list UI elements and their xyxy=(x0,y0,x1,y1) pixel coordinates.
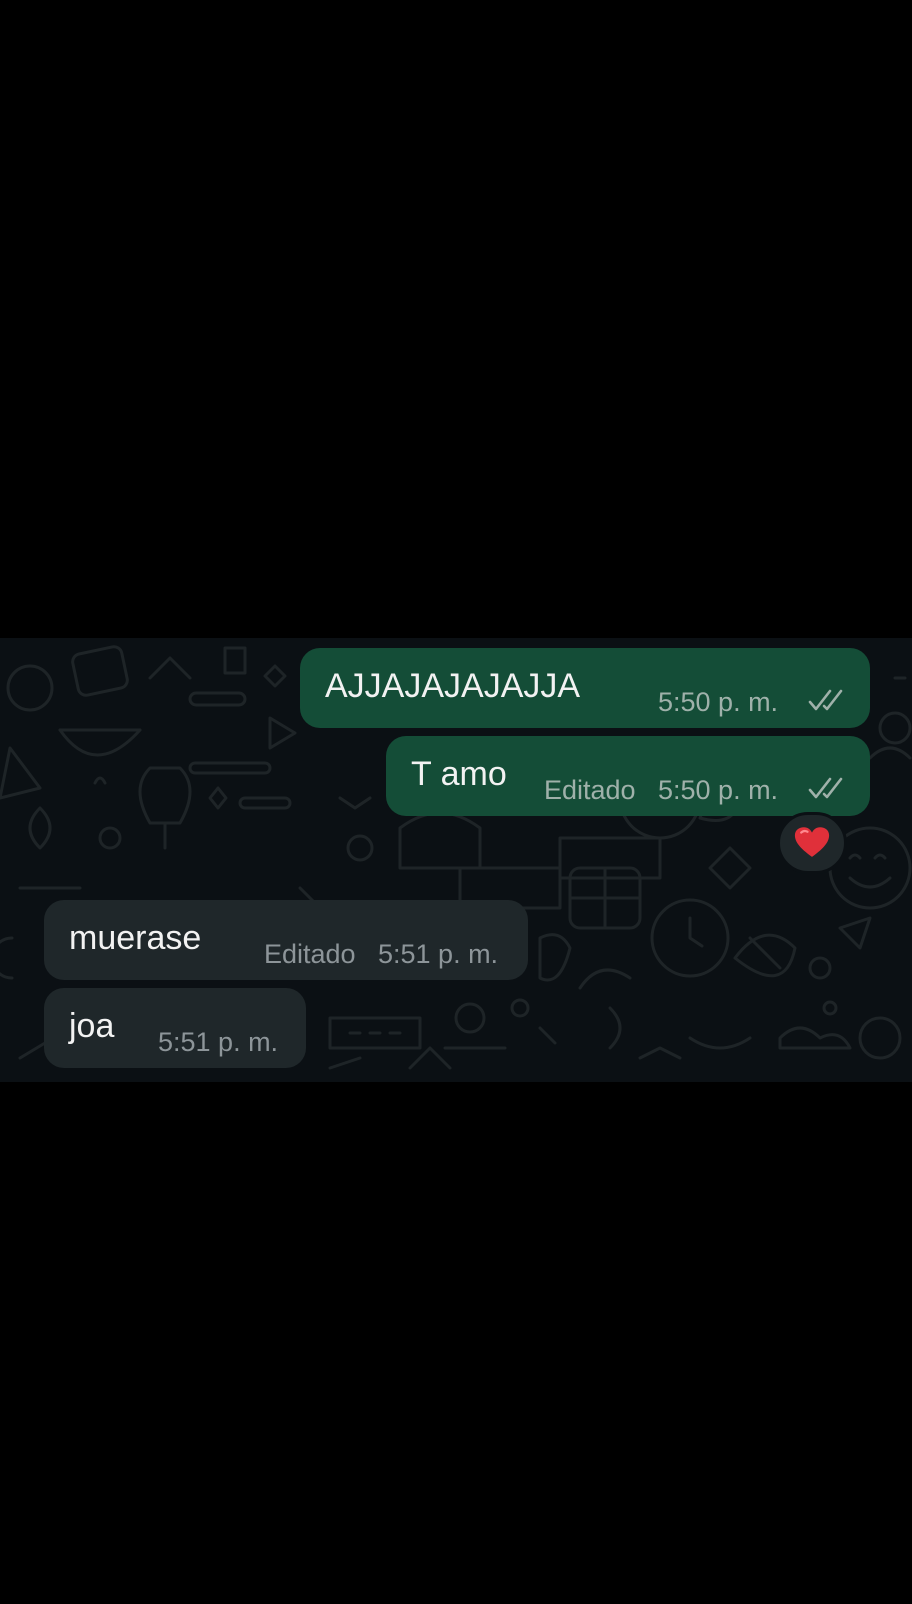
message-time: 5:50 p. m. xyxy=(658,687,779,717)
message-bubble-outgoing[interactable]: T amo Editado 5:50 p. m. xyxy=(386,736,870,816)
double-check-icon xyxy=(808,689,843,711)
message-time: 5:51 p. m. xyxy=(158,1027,279,1057)
message-text: AJJAJAJAJAJJA xyxy=(325,667,581,705)
message-time: 5:51 p. m. xyxy=(378,939,499,969)
message-reaction[interactable] xyxy=(777,812,847,874)
edited-label: Editado xyxy=(544,775,636,805)
message-text: joa xyxy=(69,1007,115,1045)
message-text: T amo xyxy=(411,755,507,793)
message-bubble-outgoing[interactable]: AJJAJAJAJAJJA 5:50 p. m. xyxy=(300,648,870,728)
edited-label: Editado xyxy=(264,939,356,969)
message-bubble-incoming[interactable]: joa 5:51 p. m. xyxy=(44,988,306,1068)
chat-conversation[interactable]: AJJAJAJAJAJJA 5:50 p. m. T amo Editado 5… xyxy=(0,638,912,1082)
double-check-icon xyxy=(808,777,843,799)
red-heart-icon xyxy=(794,827,830,857)
message-text: muerase xyxy=(69,919,202,957)
message-time: 5:50 p. m. xyxy=(658,775,779,805)
message-bubble-incoming[interactable]: muerase Editado 5:51 p. m. xyxy=(44,900,528,980)
